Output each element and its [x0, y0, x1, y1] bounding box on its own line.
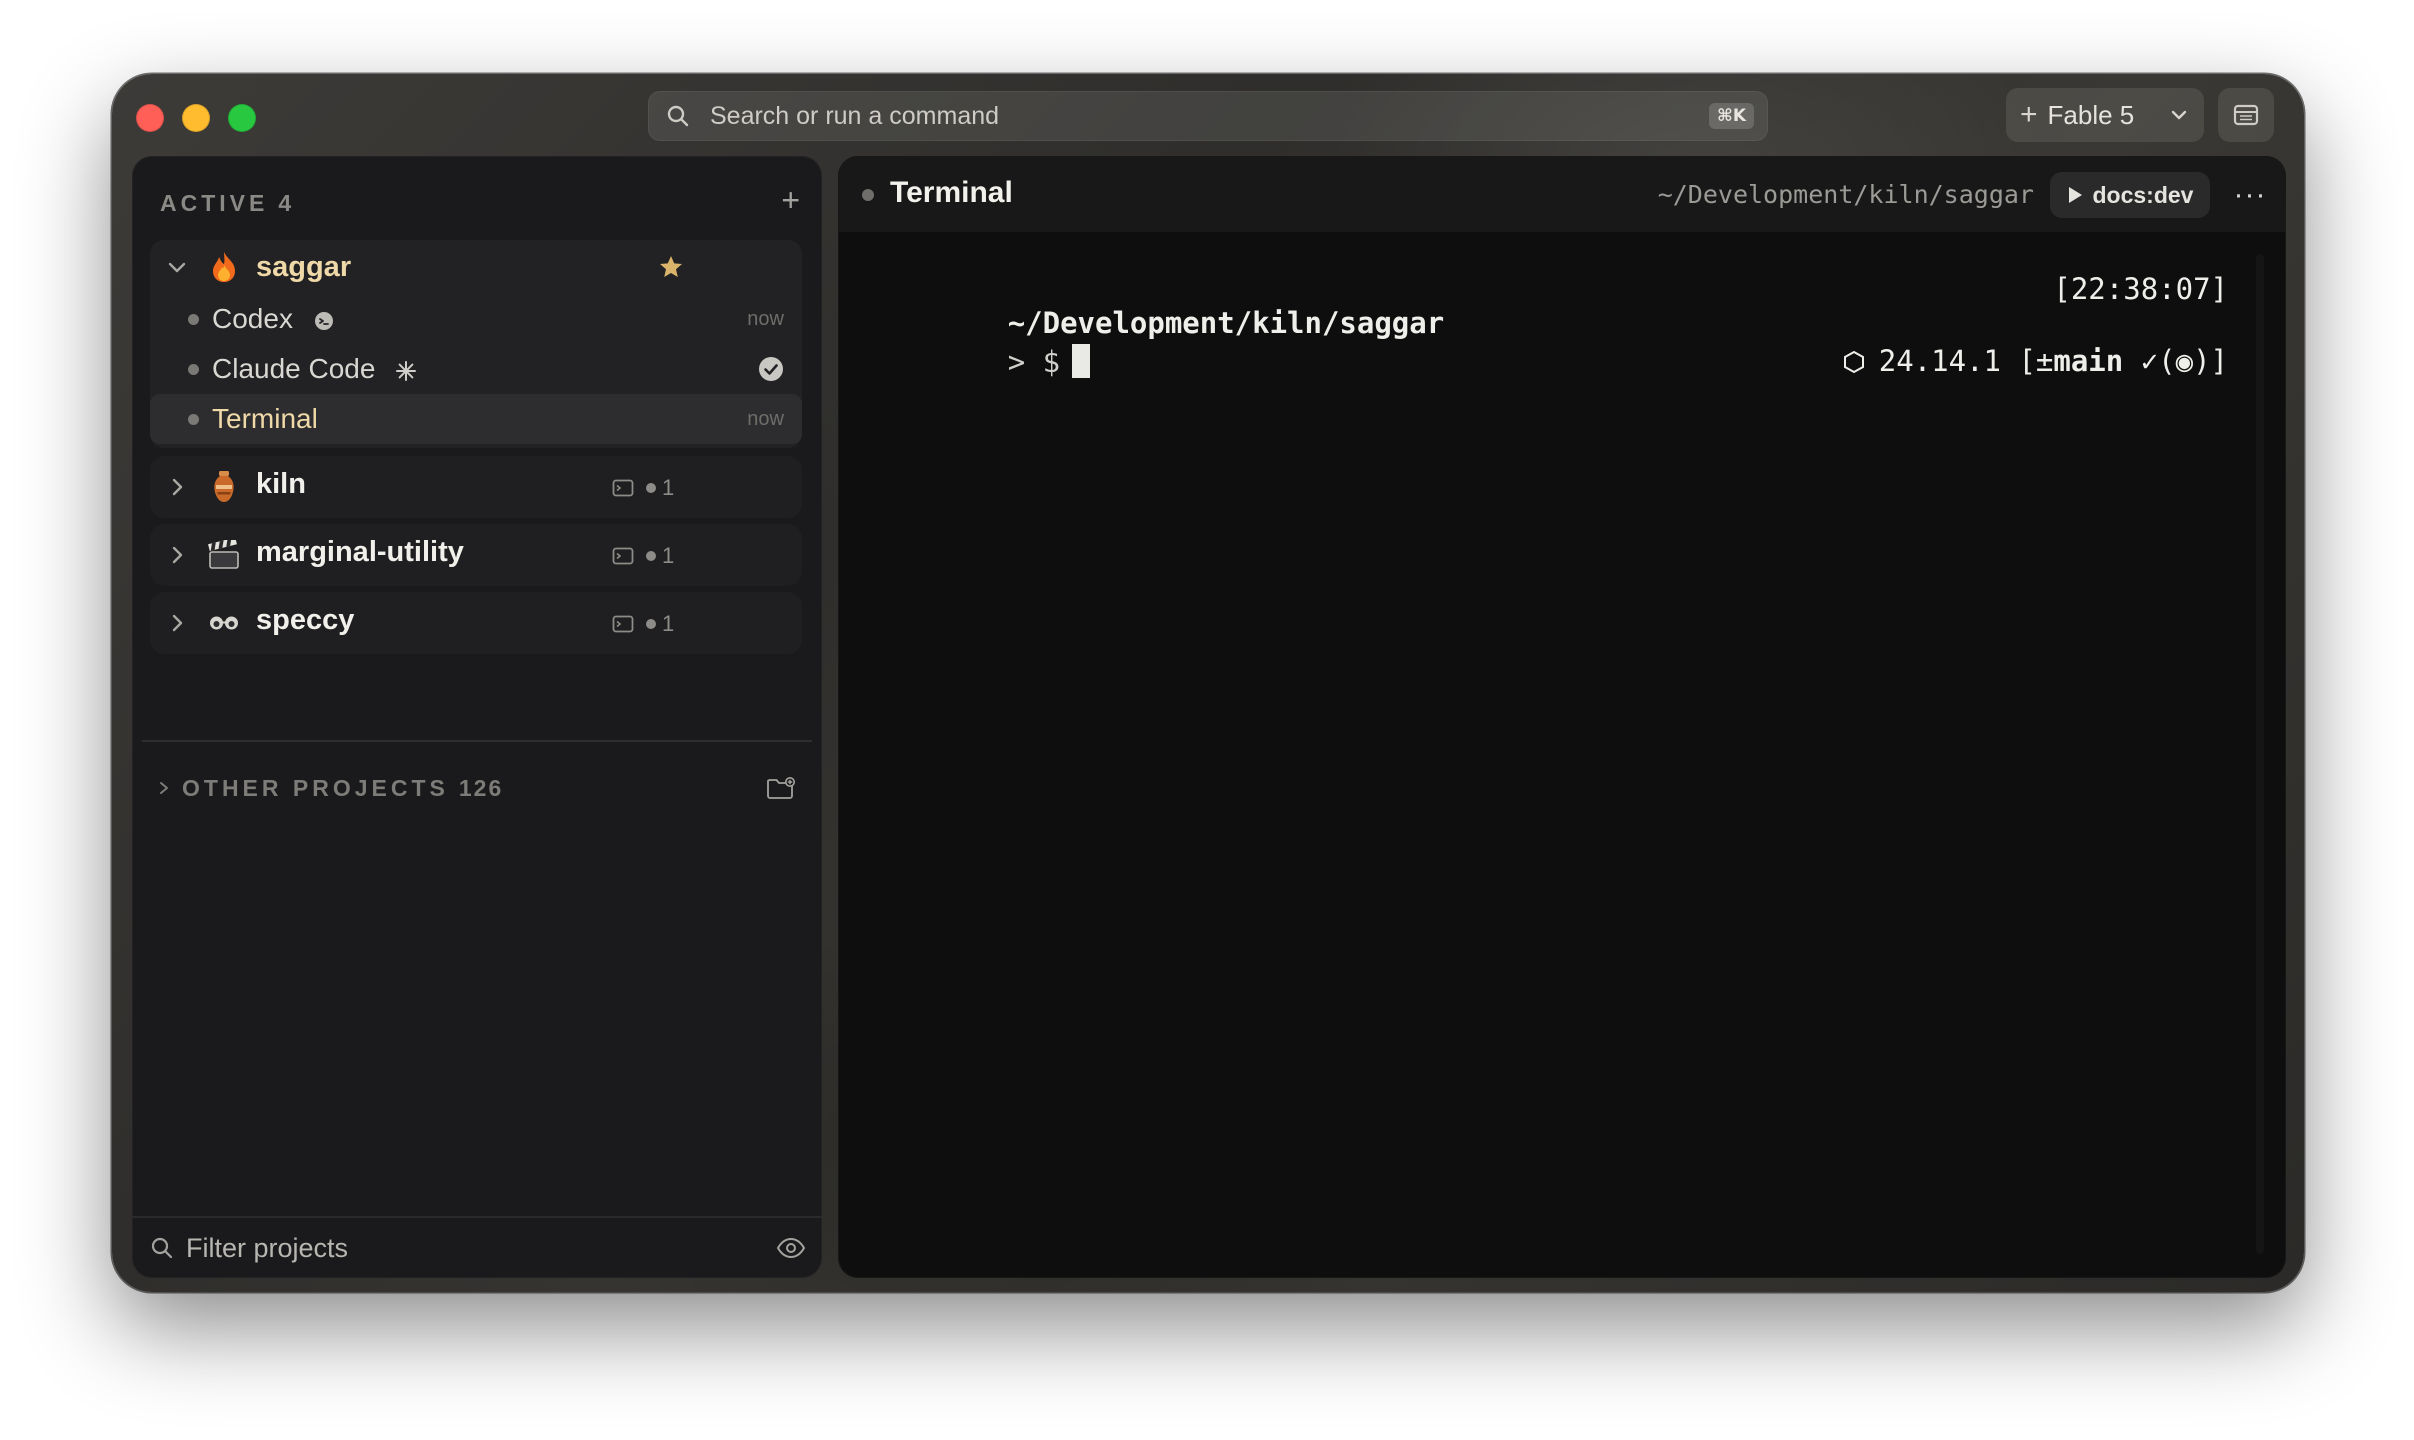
- star-icon[interactable]: [658, 254, 684, 280]
- project-row-saggar[interactable]: saggar: [150, 240, 802, 294]
- sidebar-divider: [142, 740, 812, 742]
- terminal-status-dot: [862, 189, 874, 201]
- terminal-header: Terminal ~/Development/kiln/saggar docs:…: [838, 156, 2286, 232]
- project-name-speccy: speccy: [256, 604, 355, 636]
- session-row-terminal[interactable]: Terminal now: [150, 394, 802, 444]
- project-row-kiln[interactable]: kiln 1: [150, 456, 802, 518]
- git-status: ✓(◉)]: [2123, 344, 2228, 378]
- active-section-title: ACTIVE 4: [160, 190, 293, 217]
- play-icon: [2068, 187, 2082, 203]
- chevron-right-icon[interactable]: [156, 780, 172, 796]
- node-hexagon-icon: [1843, 350, 1864, 374]
- app-window: Search or run a command ⌘K + Fable 5 ACT…: [112, 74, 2304, 1292]
- project-name-kiln: kiln: [256, 468, 306, 500]
- project-meta-marginal-utility: 1: [612, 543, 674, 569]
- add-session-button[interactable]: +: [781, 184, 800, 216]
- terminal-line-prompt: > $ 24.14.1 [±main ✓(◉)]: [868, 310, 2228, 379]
- terminal-icon: [612, 547, 634, 565]
- git-branch: main: [2053, 344, 2124, 378]
- search-icon: [151, 1237, 173, 1259]
- session-count-dot: [646, 551, 656, 561]
- chevron-down-icon[interactable]: [166, 256, 188, 278]
- terminal-prompt-status: 24.14.1 [±main ✓(◉)]: [1668, 310, 2228, 412]
- sidebar: ACTIVE 4 + saggar Codex now Claude Code …: [132, 156, 822, 1278]
- profile-selector-button[interactable]: + Fable 5: [2006, 88, 2204, 142]
- chevron-right-icon[interactable]: [166, 544, 188, 566]
- terminal-line-cwd: ~/Development/kiln/saggar [22:38:07]: [868, 272, 2228, 340]
- session-status-dot: [188, 363, 199, 375]
- session-count-dot: [646, 619, 656, 629]
- other-projects-title: OTHER PROJECTS: [182, 774, 449, 801]
- vase-icon: [206, 469, 242, 505]
- command-shortcut-badge: ⌘K: [1709, 103, 1754, 129]
- project-row-marginal-utility[interactable]: marginal-utility 1: [150, 524, 802, 586]
- codex-icon: [314, 311, 333, 330]
- run-script-button[interactable]: docs:dev: [2050, 172, 2210, 218]
- session-count: 1: [662, 475, 675, 500]
- add-folder-icon[interactable]: [766, 776, 796, 800]
- session-name: Claude Code: [212, 353, 376, 384]
- command-search-bar[interactable]: Search or run a command ⌘K: [648, 91, 1768, 141]
- session-time: now: [747, 307, 784, 330]
- session-name: Codex: [212, 303, 293, 334]
- run-script-label: docs:dev: [2092, 181, 2194, 208]
- profile-label: Fable 5: [2047, 99, 2135, 130]
- terminal-icon: [612, 479, 634, 497]
- eye-icon[interactable]: [776, 1237, 806, 1259]
- project-meta-kiln: 1: [612, 475, 674, 501]
- plus-icon: +: [2020, 98, 2038, 131]
- other-projects-count: 126: [458, 774, 504, 801]
- terminal-cursor: [1072, 344, 1091, 378]
- session-row-codex[interactable]: Codex now: [150, 294, 802, 344]
- terminal-output[interactable]: ~/Development/kiln/saggar [22:38:07] > $…: [868, 272, 2228, 379]
- zoom-window-button[interactable]: [228, 104, 256, 132]
- sidebar-footer: [132, 1216, 822, 1278]
- panel-icon: [2233, 104, 2259, 126]
- check-circle-icon: [759, 357, 783, 381]
- minimize-window-button[interactable]: [182, 104, 210, 132]
- session-label-codex: Codex: [212, 303, 335, 335]
- clapper-icon: [206, 537, 242, 573]
- session-label-terminal: Terminal: [212, 403, 318, 434]
- terminal-icon: [612, 615, 634, 633]
- more-options-button[interactable]: ···: [2230, 178, 2270, 212]
- fire-icon: [206, 249, 242, 285]
- active-section-label: ACTIVE: [160, 190, 269, 216]
- chevron-right-icon[interactable]: [166, 476, 188, 498]
- close-window-button[interactable]: [136, 104, 164, 132]
- project-row-speccy[interactable]: speccy 1: [150, 592, 802, 654]
- command-search-placeholder: Search or run a command: [710, 101, 1000, 130]
- active-section-count: 4: [278, 190, 294, 216]
- glasses-icon: [206, 605, 242, 641]
- session-count: 1: [662, 611, 675, 636]
- toggle-panel-button[interactable]: [2218, 88, 2274, 142]
- chevron-down-icon: [2171, 110, 2187, 120]
- session-count-dot: [646, 483, 656, 493]
- session-label-claude-code: Claude Code: [212, 353, 417, 385]
- session-time: now: [747, 407, 784, 430]
- chevron-right-icon[interactable]: [166, 612, 188, 634]
- session-row-claude-code[interactable]: Claude Code: [150, 344, 802, 394]
- project-name-marginal-utility: marginal-utility: [256, 536, 464, 568]
- terminal-pane[interactable]: Terminal ~/Development/kiln/saggar docs:…: [838, 156, 2286, 1278]
- terminal-prompt: > $: [1007, 345, 1061, 379]
- claude-icon: [396, 360, 417, 381]
- project-name-saggar: saggar: [256, 250, 352, 283]
- node-version: 24.14.1: [1878, 344, 2001, 378]
- terminal-scrollbar[interactable]: [2256, 254, 2264, 1254]
- session-status-dot: [188, 413, 199, 425]
- project-group-saggar: saggar Codex now Claude Code Terminal no…: [150, 240, 802, 448]
- terminal-path: ~/Development/kiln/saggar: [1657, 180, 2034, 209]
- filter-projects-input[interactable]: [184, 1231, 776, 1265]
- other-projects-header[interactable]: OTHER PROJECTS 126: [156, 768, 796, 808]
- project-meta-speccy: 1: [612, 611, 674, 637]
- session-status-dot: [188, 313, 199, 325]
- terminal-title: Terminal: [890, 176, 1013, 209]
- session-count: 1: [662, 543, 675, 568]
- terminal-timestamp: [22:38:07]: [2053, 272, 2228, 306]
- search-icon: [667, 105, 689, 127]
- git-open: [±: [2018, 344, 2054, 378]
